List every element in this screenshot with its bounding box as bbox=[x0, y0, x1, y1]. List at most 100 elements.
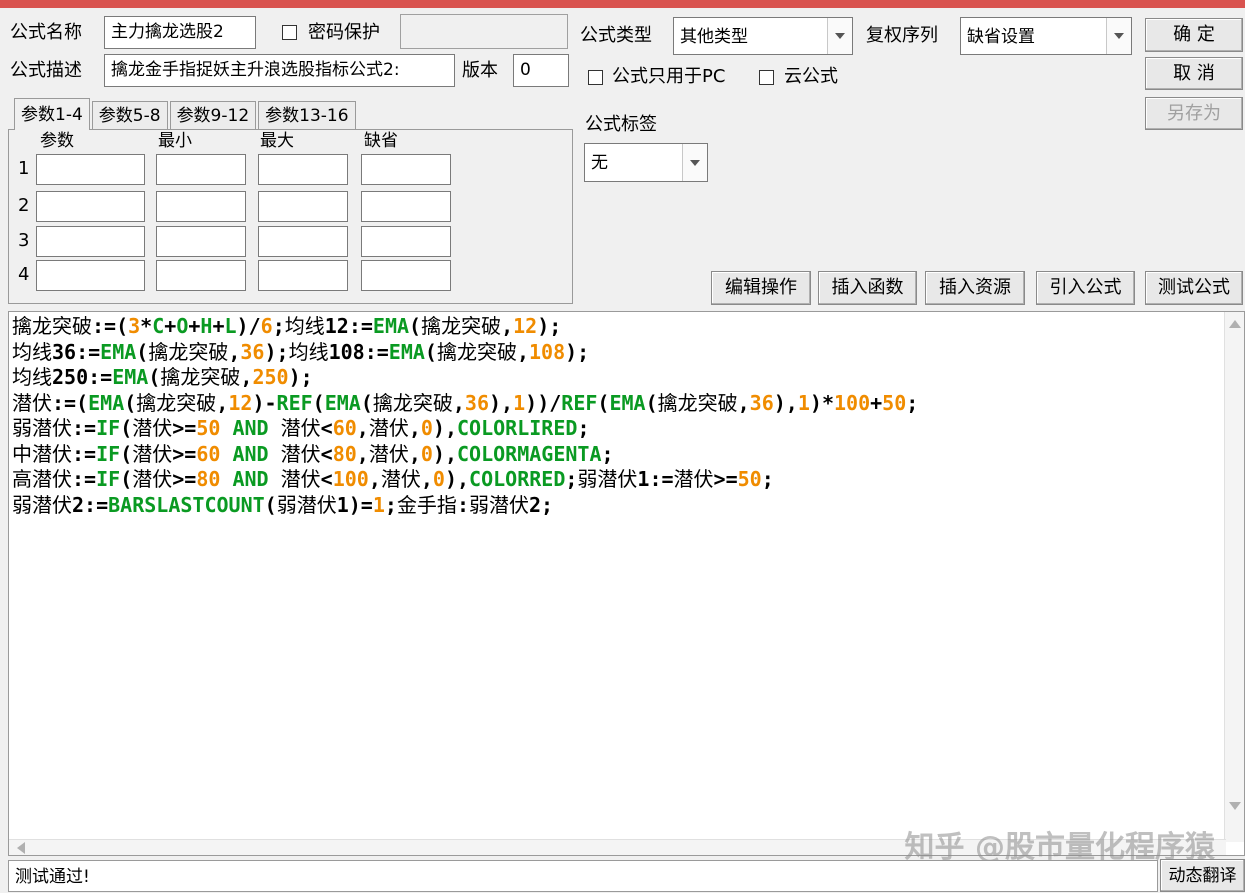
code-line: 中潜伏:=IF(潜伏>=60 AND 潜伏<80,潜伏,0),COLORMAGE… bbox=[12, 442, 918, 468]
code-token: IF bbox=[96, 416, 121, 440]
param-row-number: 3 bbox=[18, 230, 30, 251]
code-token: ( bbox=[424, 339, 437, 364]
code-token: 高潜伏 bbox=[12, 467, 72, 491]
param-cell[interactable] bbox=[361, 154, 451, 185]
code-token: 80 bbox=[196, 467, 221, 491]
param-cell[interactable] bbox=[156, 226, 246, 257]
code-token: + bbox=[188, 314, 201, 338]
code-token: BARSLASTCOUNT bbox=[108, 492, 265, 517]
ok-button[interactable]: 确 定 bbox=[1145, 18, 1243, 52]
tag-label: 公式标签 bbox=[585, 114, 657, 135]
scroll-left-icon[interactable] bbox=[17, 842, 25, 854]
code-token: 弱潜伏 bbox=[12, 416, 72, 440]
code-token: >= bbox=[713, 467, 738, 491]
code-token: 6 bbox=[260, 314, 273, 338]
tab-params-1-4[interactable]: 参数1-4 bbox=[14, 98, 90, 130]
params-tabs: 参数1-4 参数5-8 参数9-12 参数13-16 bbox=[14, 98, 358, 130]
code-editor[interactable]: 擒龙突破:=(3*C+O+H+L)/6;均线12:=EMA(擒龙突破,12); 均… bbox=[8, 311, 1245, 856]
code-token: EMA bbox=[324, 390, 361, 415]
test-formula-button[interactable]: 测试公式 bbox=[1145, 271, 1243, 305]
code-token: ; bbox=[761, 467, 774, 491]
code-token: 60 bbox=[332, 416, 357, 440]
code-token: :=( bbox=[52, 390, 89, 415]
param-cell[interactable] bbox=[36, 191, 145, 222]
param-cell[interactable] bbox=[156, 191, 246, 222]
param-cell[interactable] bbox=[361, 226, 451, 257]
formula-name-label: 公式名称 bbox=[10, 22, 82, 43]
code-token: 弱潜伏 bbox=[468, 492, 529, 517]
insert-function-button[interactable]: 插入函数 bbox=[818, 271, 917, 305]
save-as-button[interactable]: 另存为 bbox=[1145, 97, 1243, 130]
tab-params-13-16[interactable]: 参数13-16 bbox=[258, 101, 356, 130]
vertical-scrollbar[interactable] bbox=[1224, 312, 1244, 842]
code-line: 弱潜伏2:=BARSLASTCOUNT(弱潜伏1)=1;金手指:弱潜伏2; bbox=[12, 493, 918, 519]
param-row-number: 1 bbox=[18, 158, 30, 179]
code-token: ; bbox=[272, 314, 285, 338]
pc-only-checkbox[interactable] bbox=[588, 70, 603, 85]
code-token: 50 bbox=[737, 467, 762, 491]
code-token: EMA bbox=[88, 390, 125, 415]
code-token: , bbox=[368, 467, 381, 491]
code-token: + bbox=[164, 314, 177, 338]
insert-resource-button[interactable]: 插入资源 bbox=[925, 271, 1025, 305]
password-checkbox[interactable] bbox=[282, 25, 297, 40]
param-cell[interactable] bbox=[361, 260, 451, 291]
version-label: 版本 bbox=[462, 60, 498, 81]
param-cell[interactable] bbox=[361, 191, 451, 222]
rights-select[interactable]: 缺省设置 bbox=[960, 17, 1132, 55]
code-token: 0 bbox=[420, 416, 433, 440]
scroll-up-icon[interactable] bbox=[1229, 320, 1241, 328]
formula-name-input[interactable]: 主力擒龙选股2 bbox=[104, 16, 256, 49]
param-cell[interactable] bbox=[36, 260, 145, 291]
formula-desc-input[interactable]: 擒龙金手指捉妖主升浪选股指标公式2: bbox=[104, 54, 455, 87]
code-token: EMA bbox=[100, 339, 137, 364]
dynamic-translate-button[interactable]: 动态翻译 bbox=[1160, 859, 1245, 892]
param-cell[interactable] bbox=[36, 226, 145, 257]
code-line: 均线36:=EMA(擒龙突破,36);均线108:=EMA(擒龙突破,108); bbox=[12, 340, 918, 366]
scroll-down-icon[interactable] bbox=[1229, 802, 1241, 810]
param-cell[interactable] bbox=[156, 154, 246, 185]
code-text[interactable]: 擒龙突破:=(3*C+O+H+L)/6;均线12:=EMA(擒龙突破,12); 均… bbox=[12, 314, 918, 518]
code-token: ( bbox=[120, 441, 133, 466]
param-cell[interactable] bbox=[258, 260, 348, 291]
code-token: EMA bbox=[112, 365, 149, 389]
code-token: 金手指 bbox=[396, 492, 457, 517]
password-input[interactable] bbox=[400, 14, 568, 49]
code-token: EMA bbox=[372, 314, 410, 338]
cloud-checkbox[interactable] bbox=[759, 70, 774, 85]
code-token: 108:= bbox=[328, 339, 389, 364]
code-token: 潜伏 bbox=[673, 467, 714, 491]
status-text: 测试通过! bbox=[8, 860, 1158, 892]
edit-ops-button[interactable]: 编辑操作 bbox=[711, 271, 811, 305]
code-token: 3 bbox=[128, 314, 141, 338]
param-cell[interactable] bbox=[258, 191, 348, 222]
param-cell[interactable] bbox=[156, 260, 246, 291]
tab-params-5-8[interactable]: 参数5-8 bbox=[91, 101, 168, 130]
code-token: COLORLIRED bbox=[457, 416, 578, 440]
param-col-header: 最小 bbox=[158, 131, 192, 151]
version-input[interactable]: 0 bbox=[513, 54, 569, 87]
param-cell[interactable] bbox=[258, 154, 348, 185]
param-cell[interactable] bbox=[36, 154, 145, 185]
param-cell[interactable] bbox=[258, 226, 348, 257]
cloud-label: 云公式 bbox=[784, 66, 838, 87]
code-token: 250:= bbox=[52, 365, 113, 389]
code-token: 12 bbox=[513, 314, 538, 338]
formula-type-value: 其他类型 bbox=[680, 27, 748, 47]
code-token: 潜伏 bbox=[132, 441, 173, 466]
code-token: ); bbox=[537, 314, 562, 338]
tab-params-9-12[interactable]: 参数9-12 bbox=[169, 101, 257, 130]
tag-select[interactable]: 无 bbox=[584, 143, 708, 182]
code-token: 潜伏 bbox=[380, 467, 421, 491]
cancel-button[interactable]: 取 消 bbox=[1145, 57, 1243, 90]
formula-type-select[interactable]: 其他类型 bbox=[673, 17, 853, 55]
formula-desc-label: 公式描述 bbox=[10, 60, 82, 81]
import-formula-button[interactable]: 引入公式 bbox=[1036, 271, 1135, 305]
code-token: EMA bbox=[388, 339, 425, 364]
code-token: 潜伏 bbox=[132, 467, 173, 491]
code-token: ( bbox=[597, 390, 610, 415]
code-token: : bbox=[456, 492, 469, 517]
